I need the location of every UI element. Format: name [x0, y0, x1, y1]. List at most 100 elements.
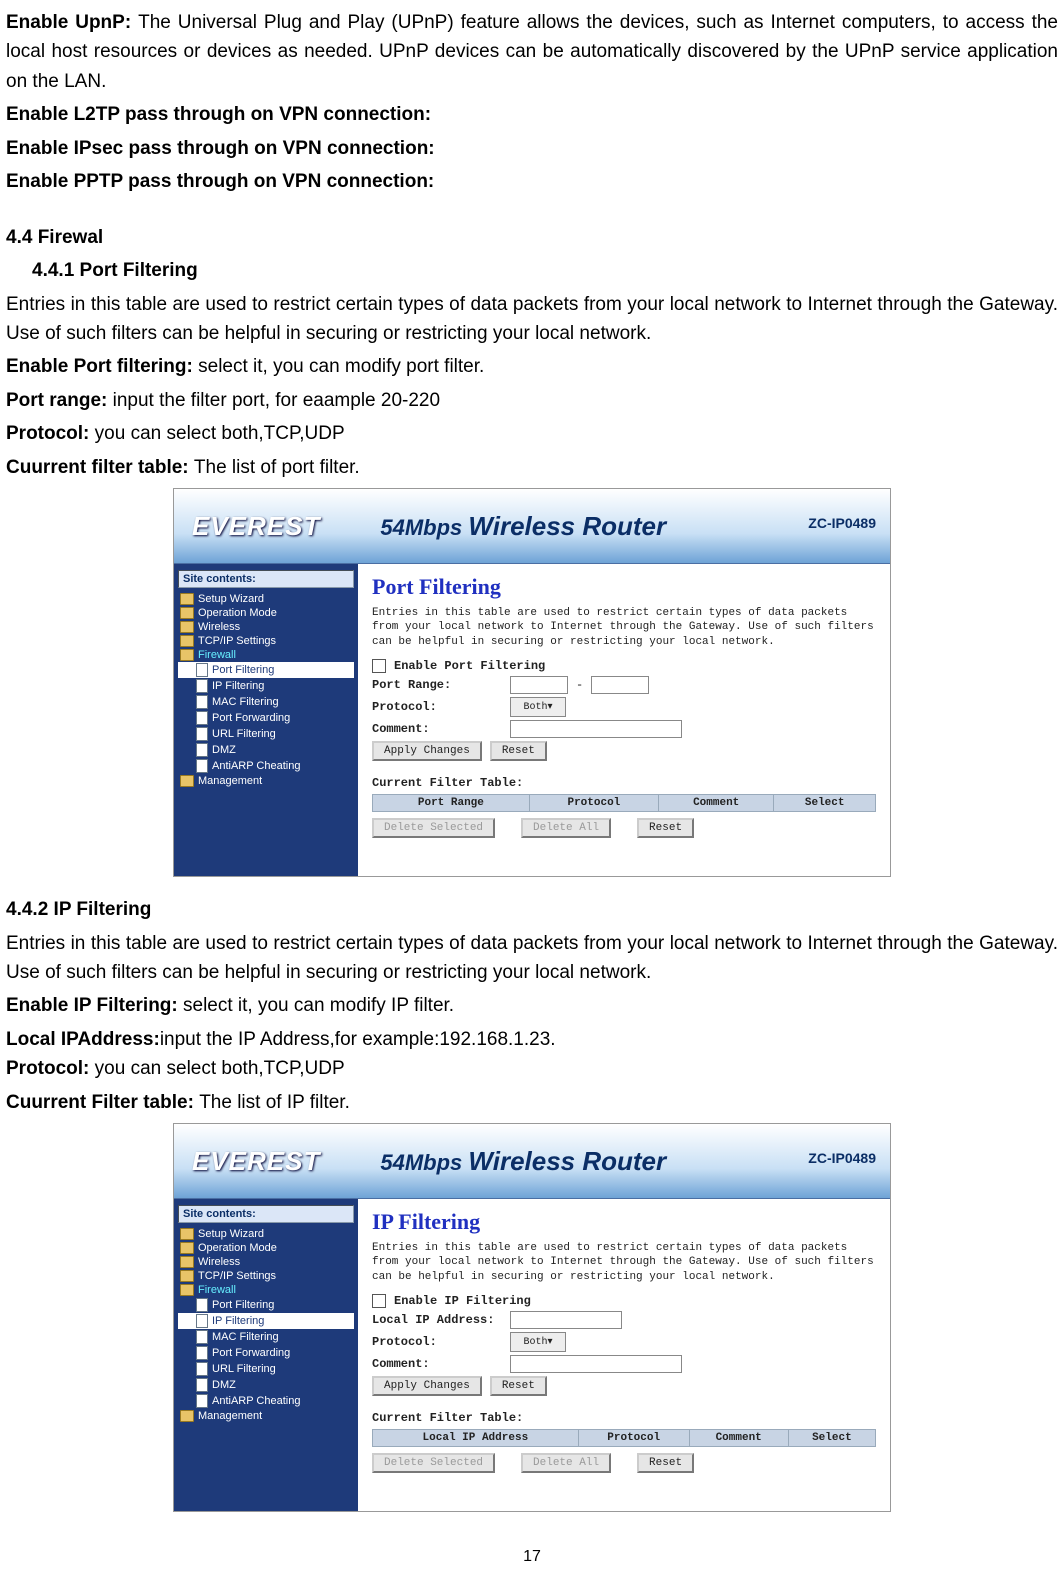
folder-icon: [180, 621, 194, 633]
comment-label: Comment:: [372, 722, 502, 736]
filter-table: Port Range Protocol Comment Select: [372, 794, 876, 812]
page-icon: [196, 695, 208, 709]
th-portrange: Port Range: [373, 795, 530, 812]
th-comment: Comment: [689, 1430, 788, 1447]
apply-button[interactable]: Apply Changes: [372, 741, 482, 761]
th-protocol: Protocol: [578, 1430, 689, 1447]
model-text: ZC-IP0489: [808, 515, 876, 531]
page-icon: [196, 759, 208, 773]
upnp-label: Enable UpnP:: [6, 12, 138, 33]
pf-table-line: Cuurrent filter table: The list of port …: [6, 453, 1058, 482]
sidebar-item-ipfiltering[interactable]: IP Filtering: [178, 1313, 354, 1329]
pf-ct-label: Cuurrent filter table:: [6, 457, 194, 478]
page-icon: [196, 743, 208, 757]
folder-icon: [180, 1410, 194, 1422]
l2tp-line: Enable L2TP pass through on VPN connecti…: [6, 100, 1058, 129]
folder-icon: [180, 1228, 194, 1240]
protocol-select[interactable]: Both ▾: [510, 1332, 566, 1352]
sidebar-item-firewall[interactable]: Firewall: [178, 1283, 354, 1297]
sidebar-item-macfiltering[interactable]: MAC Filtering: [178, 694, 354, 710]
portrange-to-input[interactable]: [591, 676, 649, 694]
localip-input[interactable]: [510, 1311, 622, 1329]
reset-table-button[interactable]: Reset: [637, 1453, 694, 1473]
pf-portrange-line: Port range: input the filter port, for e…: [6, 386, 1058, 415]
sidebar-item-tcpip[interactable]: TCP/IP Settings: [178, 634, 354, 648]
ip-ct-body: The list of IP filter.: [199, 1092, 350, 1113]
sidebar-item-portfiltering[interactable]: Port Filtering: [178, 662, 354, 678]
router-header: EVEREST 54Mbps Wireless Router ZC-IP0489: [174, 489, 890, 564]
ip-en-body: select it, you can modify IP filter.: [183, 995, 454, 1016]
pf-enable-body: select it, you can modify port filter.: [198, 356, 484, 377]
sidebar-item-setup[interactable]: Setup Wizard: [178, 592, 354, 606]
reset-button[interactable]: Reset: [490, 1376, 547, 1396]
folder-icon: [180, 649, 194, 661]
sidebar-item-urlfiltering[interactable]: URL Filtering: [178, 726, 354, 742]
header-text: 54Mbps Wireless Router: [380, 1146, 666, 1177]
comment-input[interactable]: [510, 720, 682, 738]
sidebar-item-antiarp[interactable]: AntiARP Cheating: [178, 1393, 354, 1409]
pf-pro-label: Protocol:: [6, 423, 95, 444]
protocol-select[interactable]: Both ▾: [510, 697, 566, 717]
enable-label: Enable Port Filtering: [394, 659, 545, 673]
pf-ct-body: The list of port filter.: [194, 457, 360, 478]
enable-checkbox[interactable]: [372, 659, 386, 673]
sidebar-item-opmode[interactable]: Operation Mode: [178, 606, 354, 620]
section-4-4-2: 4.4.2 IP Filtering: [6, 895, 1058, 924]
comment-input[interactable]: [510, 1355, 682, 1373]
table-caption: Current Filter Table:: [372, 1411, 876, 1425]
protocol-label: Protocol:: [372, 1335, 502, 1349]
enable-row: Enable Port Filtering: [372, 659, 876, 673]
sidebar-item-ipfiltering[interactable]: IP Filtering: [178, 678, 354, 694]
apply-button[interactable]: Apply Changes: [372, 1376, 482, 1396]
sidebar-item-firewall[interactable]: Firewall: [178, 648, 354, 662]
sidebar-item-tcpip[interactable]: TCP/IP Settings: [178, 1269, 354, 1283]
sidebar-item-dmz[interactable]: DMZ: [178, 742, 354, 758]
logo-text: EVEREST: [192, 511, 320, 542]
reset-button[interactable]: Reset: [490, 741, 547, 761]
enable-row: Enable IP Filtering: [372, 1294, 876, 1308]
sidebar-item-management[interactable]: Management: [178, 774, 354, 788]
th-select: Select: [788, 1430, 875, 1447]
sidebar-item-wireless[interactable]: Wireless: [178, 1255, 354, 1269]
page-icon: [196, 1298, 208, 1312]
sidebar-item-wireless[interactable]: Wireless: [178, 620, 354, 634]
sidebar-item-management[interactable]: Management: [178, 1409, 354, 1423]
sidebar-item-portforwarding[interactable]: Port Forwarding: [178, 710, 354, 726]
portrange-from-input[interactable]: [510, 676, 568, 694]
sidebar-item-portfiltering[interactable]: Port Filtering: [178, 1297, 354, 1313]
ip-ct-label: Cuurrent Filter table:: [6, 1092, 199, 1113]
sidebar-item-opmode[interactable]: Operation Mode: [178, 1241, 354, 1255]
sidebar-item-urlfiltering[interactable]: URL Filtering: [178, 1361, 354, 1377]
reset-table-button[interactable]: Reset: [637, 818, 694, 838]
pf-enable-label: Enable Port filtering:: [6, 356, 198, 377]
content-title: Port Filtering: [372, 574, 876, 600]
sidebar-item-dmz[interactable]: DMZ: [178, 1377, 354, 1393]
enable-checkbox[interactable]: [372, 1294, 386, 1308]
pf-intro: Entries in this table are used to restri…: [6, 290, 1058, 349]
content-desc: Entries in this table are used to restri…: [372, 1241, 876, 1284]
delete-all-button[interactable]: Delete All: [521, 818, 611, 838]
delete-selected-button[interactable]: Delete Selected: [372, 1453, 495, 1473]
sidebar-item-macfiltering[interactable]: MAC Filtering: [178, 1329, 354, 1345]
th-select: Select: [774, 795, 876, 812]
sidebar-title: Site contents:: [178, 570, 354, 588]
sidebar-item-portforwarding[interactable]: Port Forwarding: [178, 1345, 354, 1361]
sidebar-item-antiarp[interactable]: AntiARP Cheating: [178, 758, 354, 774]
filter-table: Local IP Address Protocol Comment Select: [372, 1429, 876, 1447]
delete-selected-button[interactable]: Delete Selected: [372, 818, 495, 838]
th-protocol: Protocol: [529, 795, 658, 812]
table-caption: Current Filter Table:: [372, 776, 876, 790]
ipsec-line: Enable IPsec pass through on VPN connect…: [6, 134, 1058, 163]
ip-localaddr-line: Local IPAddress:input the IP Address,for…: [6, 1025, 1058, 1054]
page-icon: [196, 1394, 208, 1408]
page-icon: [196, 1330, 208, 1344]
pf-enable-line: Enable Port filtering: select it, you ca…: [6, 352, 1058, 381]
section-4-4-1: 4.4.1 Port Filtering: [6, 256, 1058, 285]
screenshot-port-filtering: EVEREST 54Mbps Wireless Router ZC-IP0489…: [173, 488, 891, 877]
pptp-line: Enable PPTP pass through on VPN connecti…: [6, 167, 1058, 196]
th-comment: Comment: [658, 795, 773, 812]
delete-all-button[interactable]: Delete All: [521, 1453, 611, 1473]
pf-pro-body: you can select both,TCP,UDP: [95, 423, 345, 444]
ip-la-body: input the IP Address,for example:192.168…: [160, 1029, 556, 1050]
sidebar-item-setup[interactable]: Setup Wizard: [178, 1227, 354, 1241]
